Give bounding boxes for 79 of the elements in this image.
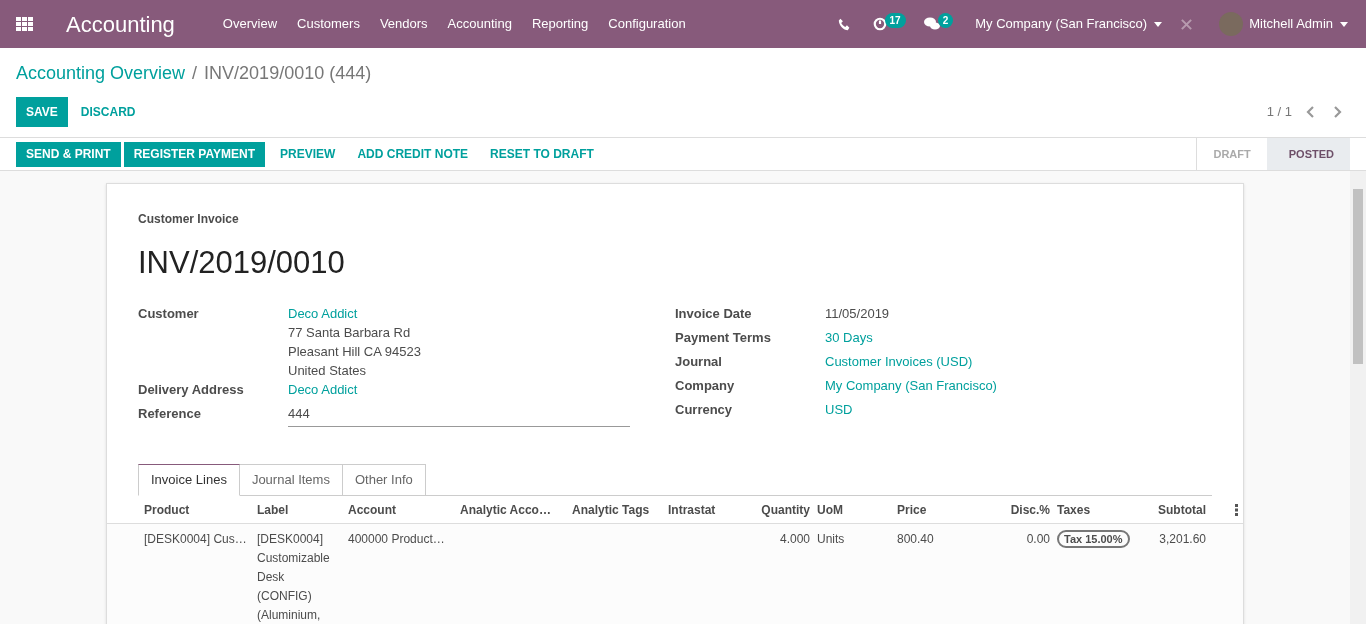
breadcrumb-current: INV/2019/0010 (444) (204, 62, 372, 85)
table-cell: Units (817, 532, 845, 546)
apps-menu-icon[interactable] (16, 17, 33, 31)
field-label: Journal (675, 352, 723, 371)
field-link[interactable]: Customer Invoices (USD) (825, 351, 973, 371)
pager-value: 1 / 1 (1266, 103, 1292, 122)
column-header[interactable]: Taxes (1057, 500, 1141, 519)
column-header[interactable]: UoM (817, 500, 897, 519)
field-label: Company (675, 376, 736, 395)
message-badge: 2 (937, 12, 954, 28)
column-header[interactable]: Analytic Acco… (460, 500, 572, 519)
menu-item[interactable]: Reporting (531, 14, 589, 34)
breadcrumb-link[interactable]: Accounting Overview (16, 60, 186, 87)
notebook-tab[interactable]: Journal Items (239, 464, 343, 496)
menu-item[interactable]: Configuration (608, 14, 686, 34)
action-link[interactable]: RESET TO DRAFT (480, 141, 604, 167)
menu-item[interactable]: Vendors (379, 14, 428, 34)
menu-item[interactable]: Customers (297, 14, 360, 34)
action-button[interactable]: SEND & PRINT (16, 141, 121, 167)
action-link[interactable]: ADD CREDIT NOTE (347, 141, 479, 167)
address-line: 77 Santa Barbara Rd (288, 324, 412, 342)
column-header[interactable]: Price (897, 500, 985, 519)
table-cell: 800.40 (897, 532, 934, 546)
user-menu[interactable]: Mitchell Admin (1249, 14, 1348, 34)
activity-badge: 17 (884, 12, 906, 28)
avatar (1219, 12, 1244, 36)
reference-input[interactable]: 444 (288, 404, 630, 427)
column-header[interactable]: Account (348, 500, 460, 519)
company-switcher[interactable]: My Company (San Francisco) (975, 14, 1163, 34)
menu-item[interactable]: Overview (222, 14, 278, 34)
field-link[interactable]: Deco Addict (288, 380, 358, 400)
discard-button[interactable]: DISCARD (70, 97, 146, 127)
field-label: Delivery Address (138, 381, 245, 399)
action-button[interactable]: REGISTER PAYMENT (123, 141, 266, 167)
table-cell: 3,201.60 (1159, 532, 1206, 546)
column-header[interactable]: Analytic Tags (572, 500, 668, 519)
breadcrumb-separator: / (192, 62, 198, 85)
tax-tag: Tax 15.00% (1057, 530, 1130, 548)
field-label: Payment Terms (675, 328, 772, 347)
field-value: 11/05/2019 (825, 304, 890, 323)
form-subtitle: Customer Invoice (138, 211, 240, 228)
scrollbar[interactable] (1350, 171, 1366, 624)
field-label: Currency (675, 400, 734, 419)
table-cell: [DESK0004] Cus… (144, 532, 247, 546)
field-link[interactable]: 30 Days (825, 327, 873, 347)
next-icon[interactable] (1334, 106, 1342, 118)
column-header[interactable]: Subtotal (1141, 500, 1213, 519)
field-link[interactable]: USD (825, 399, 853, 419)
status-stage[interactable]: POSTED (1266, 138, 1350, 170)
notebook-tab[interactable]: Invoice Lines (138, 464, 240, 496)
field-label: Invoice Date (675, 304, 753, 323)
table-cell: 0.00 (1026, 532, 1050, 546)
column-header[interactable]: Label (257, 500, 348, 519)
column-header[interactable]: Intrastat (668, 500, 726, 519)
table-cell: 400000 Product… (348, 532, 445, 546)
field-link[interactable]: My Company (San Francisco) (825, 375, 997, 395)
menu-item[interactable]: Accounting (447, 14, 512, 34)
table-cell-text: [DESK0004] Customizable Desk (CONFIG) (Aluminium, (257, 531, 331, 624)
save-button[interactable]: SAVE (16, 97, 68, 127)
phone-icon[interactable] (837, 17, 851, 31)
field-link[interactable]: Deco Addict (288, 303, 421, 323)
more-options-icon[interactable] (1235, 503, 1238, 516)
address-line: United States (288, 362, 368, 380)
app-title: Accounting (66, 10, 175, 39)
caret-icon (1340, 21, 1348, 27)
previous-icon[interactable] (1306, 106, 1314, 118)
chat-icon[interactable] (923, 17, 940, 31)
clock-icon[interactable] (872, 17, 887, 31)
invoice-number: INV/2019/0010 (138, 244, 346, 282)
field-label: Customer (138, 304, 200, 323)
notebook-tab[interactable]: Other Info (342, 464, 426, 496)
column-header[interactable]: Product (144, 500, 257, 519)
address-line: Pleasant Hill CA 94523 (288, 343, 421, 361)
column-header[interactable]: Disc.% (985, 500, 1057, 519)
action-link[interactable]: PREVIEW (270, 141, 346, 167)
column-header[interactable]: Quantity (726, 500, 817, 519)
caret-icon (1154, 21, 1163, 27)
table-cell: 4.000 (779, 532, 810, 546)
field-label: Reference (138, 405, 202, 423)
